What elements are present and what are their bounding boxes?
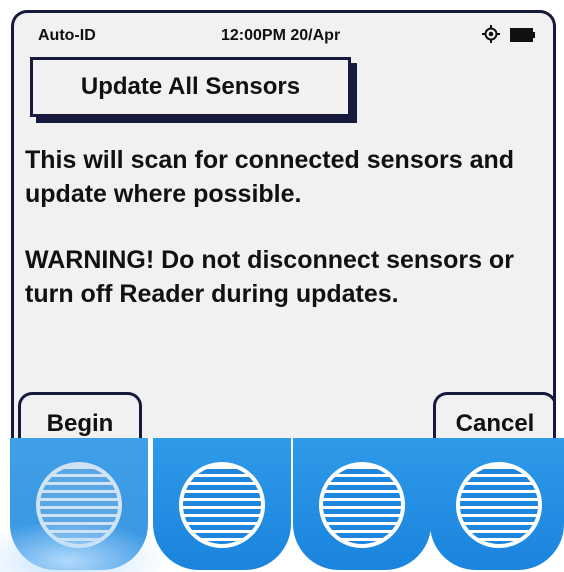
- key-grille-icon: [36, 462, 122, 548]
- key-grille-icon: [179, 462, 265, 548]
- hardware-keypad: [0, 438, 564, 572]
- status-datetime: 12:00PM 20/Apr: [221, 27, 341, 44]
- info-message: This will scan for connected sensors and…: [25, 146, 515, 208]
- page-title-box: Update All Sensors: [30, 57, 351, 117]
- begin-button[interactable]: Begin: [18, 392, 142, 438]
- hardware-key-2[interactable]: [153, 438, 291, 570]
- page-title: Update All Sensors: [80, 73, 301, 100]
- hardware-key-4[interactable]: [430, 438, 564, 570]
- hardware-key-1[interactable]: [10, 438, 148, 570]
- cancel-button[interactable]: Cancel: [433, 392, 553, 438]
- gps-target-icon: [482, 25, 500, 43]
- warning-message: WARNING! Do not disconnect sensors or tu…: [25, 246, 514, 308]
- device-screen: Auto-ID 12:00PM 20/Apr Update All Sensor…: [11, 10, 556, 438]
- key-grille-icon: [319, 462, 405, 548]
- status-app-name: Auto-ID: [38, 27, 96, 44]
- message-body: This will scan for connected sensors and…: [25, 143, 545, 311]
- hardware-key-3[interactable]: [293, 438, 431, 570]
- battery-icon: [510, 28, 535, 42]
- key-grille-icon: [456, 462, 542, 548]
